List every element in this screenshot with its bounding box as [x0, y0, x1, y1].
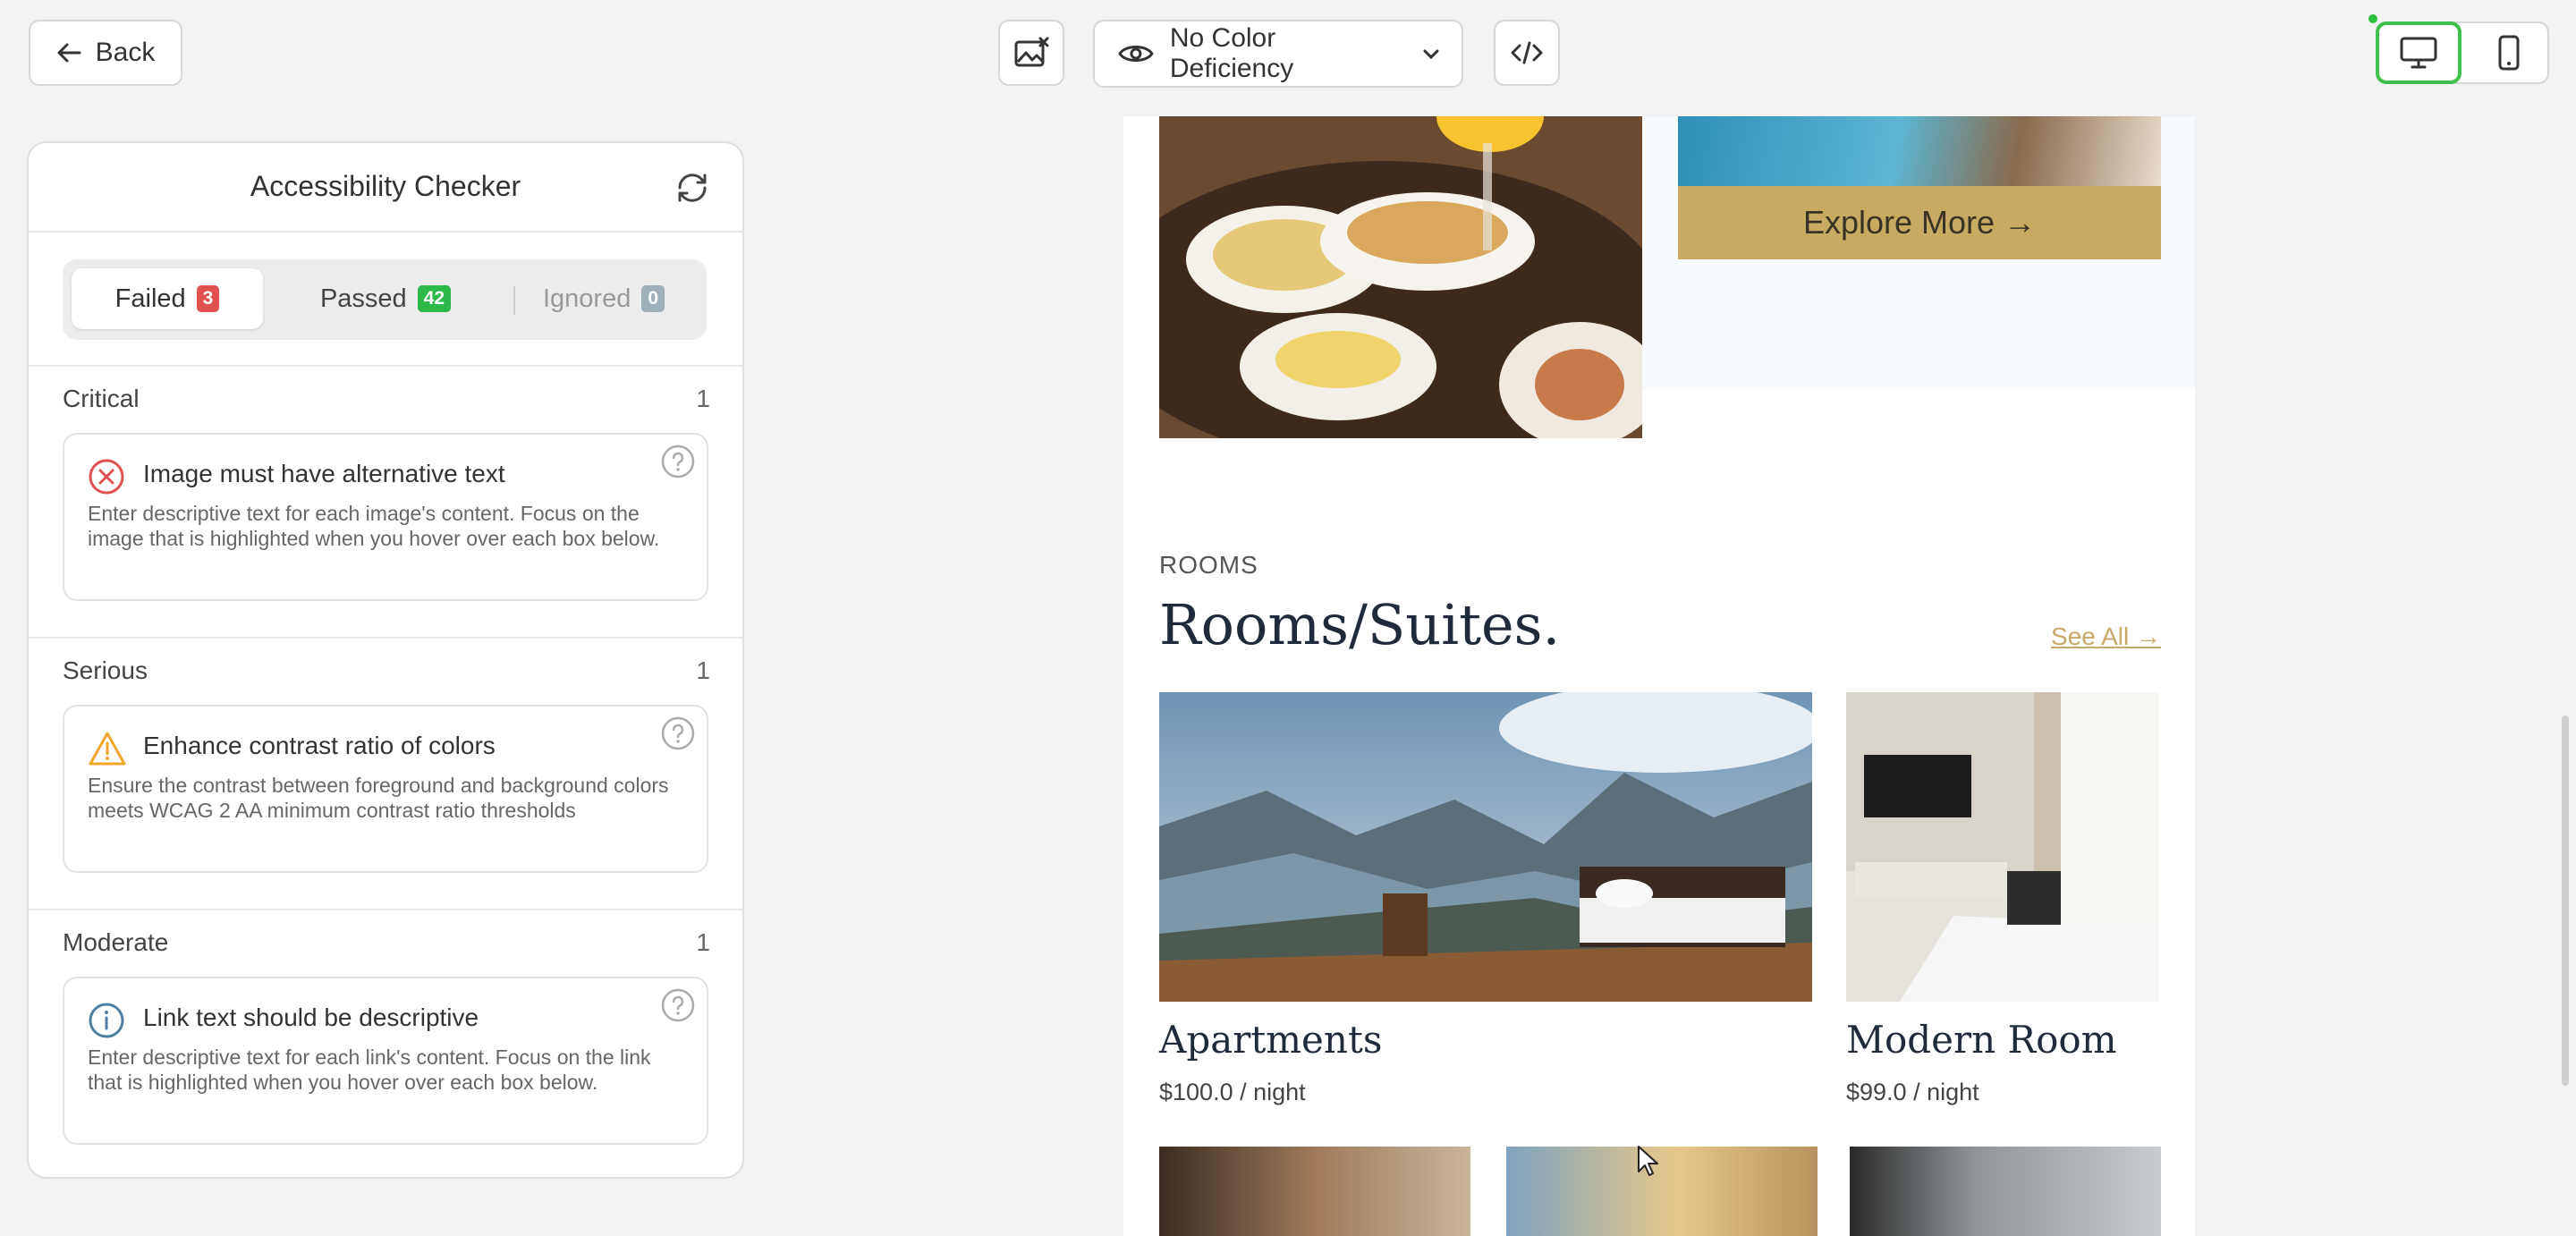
help-icon[interactable] — [660, 444, 696, 479]
panel-header: Accessibility Checker — [29, 143, 742, 233]
tab-failed[interactable]: Failed 3 — [72, 268, 263, 329]
room-thumbnail[interactable] — [1159, 1147, 1470, 1236]
code-view-button[interactable] — [1494, 20, 1560, 86]
mouse-cursor-icon — [1638, 1146, 1658, 1176]
tab-label: Failed — [114, 284, 186, 313]
room-thumbnail[interactable] — [1506, 1147, 1818, 1236]
section-critical: Critical 1 Image must have alternative t… — [29, 367, 742, 639]
toggle-images-button[interactable] — [998, 20, 1064, 86]
back-label: Back — [95, 38, 156, 67]
pool-image — [1678, 116, 2161, 186]
issue-description: Enter descriptive text for each link's c… — [88, 1046, 651, 1094]
accessibility-panel: Accessibility Checker Failed 3 Passed 42… — [27, 141, 744, 1179]
issue-card[interactable]: Image must have alternative text Enter d… — [63, 433, 708, 601]
website-preview: Explore More → ROOMS Rooms/Suites. See A… — [1123, 116, 2195, 1236]
status-dot — [2368, 14, 2377, 23]
refresh-icon[interactable] — [674, 172, 710, 204]
image-off-icon — [1014, 37, 1049, 67]
section-title: Critical — [63, 385, 140, 412]
desktop-icon — [2400, 37, 2437, 69]
tabs-wrap: Failed 3 Passed 42 Ignored 0 — [29, 233, 742, 367]
rooms-title: Rooms/Suites. — [1159, 592, 1561, 657]
section-title: Moderate — [63, 928, 169, 956]
warning-triangle-icon — [89, 732, 126, 766]
issue-card[interactable]: Enhance contrast ratio of colors Ensure … — [63, 705, 708, 873]
explore-more-button[interactable]: Explore More → — [1678, 186, 2161, 259]
rooms-eyebrow: ROOMS — [1159, 551, 1258, 579]
device-toggle — [2376, 21, 2549, 84]
panel-title: Accessibility Checker — [250, 170, 521, 202]
room-name[interactable]: Apartments — [1159, 1018, 1382, 1062]
color-deficiency-value: No Color Deficiency — [1169, 23, 1294, 83]
issue-title: Image must have alternative text — [143, 460, 505, 487]
issue-title: Enhance contrast ratio of colors — [143, 732, 496, 759]
modern-room-image[interactable] — [1846, 692, 2159, 1002]
color-deficiency-select[interactable]: No Color Deficiency — [1093, 20, 1463, 88]
tab-label: Passed — [319, 284, 407, 313]
room-thumbnail[interactable] — [1850, 1147, 2161, 1236]
ignored-count-badge: 0 — [641, 285, 665, 312]
room-price: $100.0 / night — [1159, 1079, 1306, 1105]
top-toolbar: Back No Color Deficiency — [0, 0, 2576, 107]
chevron-down-icon — [1423, 49, 1439, 60]
tab-passed[interactable]: Passed 42 — [283, 268, 488, 329]
help-icon[interactable] — [660, 987, 696, 1023]
section-count: 1 — [696, 385, 710, 412]
help-icon[interactable] — [660, 715, 696, 751]
error-circle-icon — [89, 459, 124, 495]
info-circle-icon — [89, 1003, 124, 1038]
room-name[interactable]: Modern Room — [1846, 1018, 2117, 1062]
arrow-left-icon — [57, 43, 81, 63]
issue-description: Enter descriptive text for each image's … — [88, 502, 660, 550]
scrollbar[interactable] — [2562, 715, 2569, 1086]
issue-description: Ensure the contrast between foreground a… — [88, 774, 669, 822]
section-title: Serious — [63, 656, 148, 684]
breakfast-image — [1159, 116, 1642, 438]
section-moderate: Moderate 1 Link text should be descripti… — [29, 910, 742, 1177]
section-count: 1 — [696, 656, 710, 684]
code-icon — [1511, 41, 1543, 64]
back-button[interactable]: Back — [29, 20, 182, 86]
mobile-icon — [2498, 35, 2520, 71]
issue-card[interactable]: Link text should be descriptive Enter de… — [63, 977, 708, 1145]
failed-count-badge: 3 — [196, 285, 220, 312]
tab-label: Ignored — [542, 284, 631, 313]
issue-title: Link text should be descriptive — [143, 1003, 479, 1031]
section-count: 1 — [696, 928, 710, 956]
desktop-view-button[interactable] — [2376, 21, 2462, 84]
see-all-link[interactable]: See All → — [2051, 622, 2161, 651]
tab-ignored[interactable]: Ignored 0 — [508, 268, 699, 329]
section-serious: Serious 1 Enhance contrast ratio of colo… — [29, 639, 742, 910]
mobile-view-button[interactable] — [2470, 23, 2547, 82]
room-price: $99.0 / night — [1846, 1079, 1979, 1105]
eye-icon — [1118, 46, 1154, 62]
filter-tabs: Failed 3 Passed 42 Ignored 0 — [63, 259, 707, 340]
passed-count-badge: 42 — [417, 285, 452, 312]
apartments-image[interactable] — [1159, 692, 1812, 1002]
